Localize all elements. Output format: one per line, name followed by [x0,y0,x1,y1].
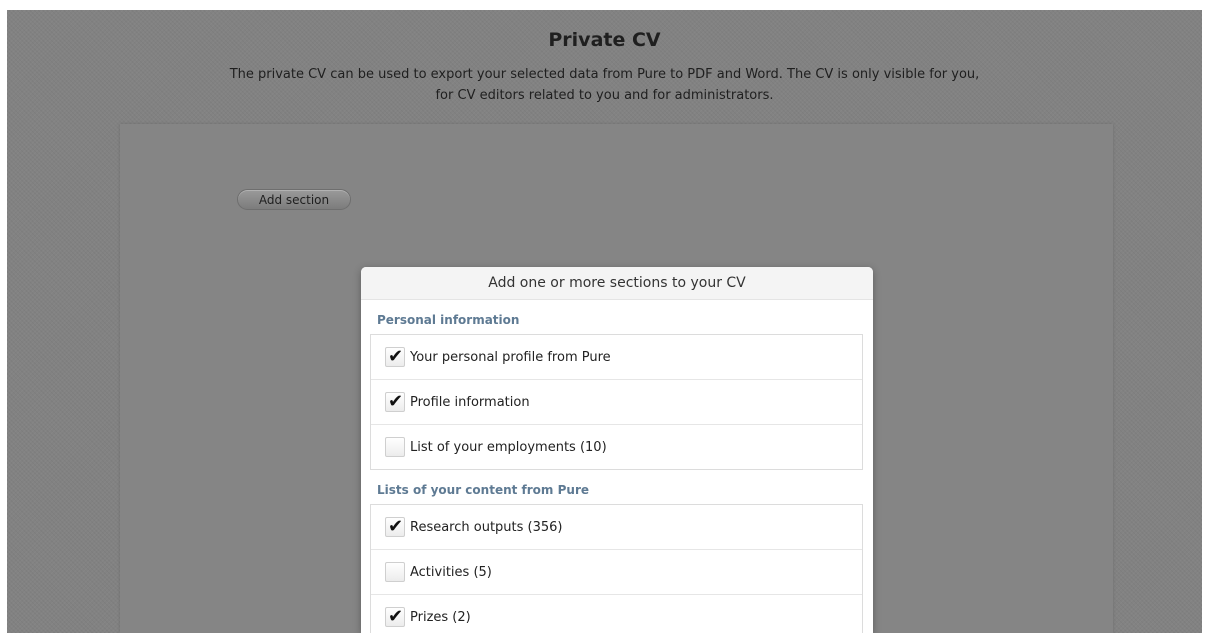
page-description: The private CV can be used to export you… [229,67,980,103]
checkbox[interactable] [385,562,405,582]
add-section-button[interactable]: Add section [237,189,351,210]
checkbox[interactable] [385,345,405,369]
page-title: Private CV [548,29,661,51]
list-item[interactable]: Profile information [371,379,862,424]
item-label: Your personal profile from Pure [410,349,611,365]
group-list-personal-information: Your personal profile from Pure Profile … [370,334,863,470]
item-label: List of your employments (10) [410,439,607,455]
list-item[interactable]: List of your employments (10) [371,424,862,469]
checkbox[interactable] [385,605,405,629]
dialog-title: Add one or more sections to your CV [361,267,873,300]
item-label: Research outputs (356) [410,519,563,535]
group-list-content-lists: Research outputs (356) Activities (5) Pr… [370,504,863,633]
checkbox[interactable] [385,390,405,414]
list-item[interactable]: Prizes (2) [371,594,862,633]
item-label: Prizes (2) [410,609,471,625]
checkbox[interactable] [385,437,405,457]
item-label: Activities (5) [410,564,492,580]
list-item[interactable]: Your personal profile from Pure [371,335,862,379]
add-sections-dialog: Add one or more sections to your CV Pers… [361,267,873,633]
checkbox[interactable] [385,515,405,539]
list-item[interactable]: Research outputs (356) [371,505,862,549]
group-title-content-lists: Lists of your content from Pure [377,483,589,497]
item-label: Profile information [410,394,530,410]
list-item[interactable]: Activities (5) [371,549,862,594]
group-title-personal-information: Personal information [377,313,520,327]
